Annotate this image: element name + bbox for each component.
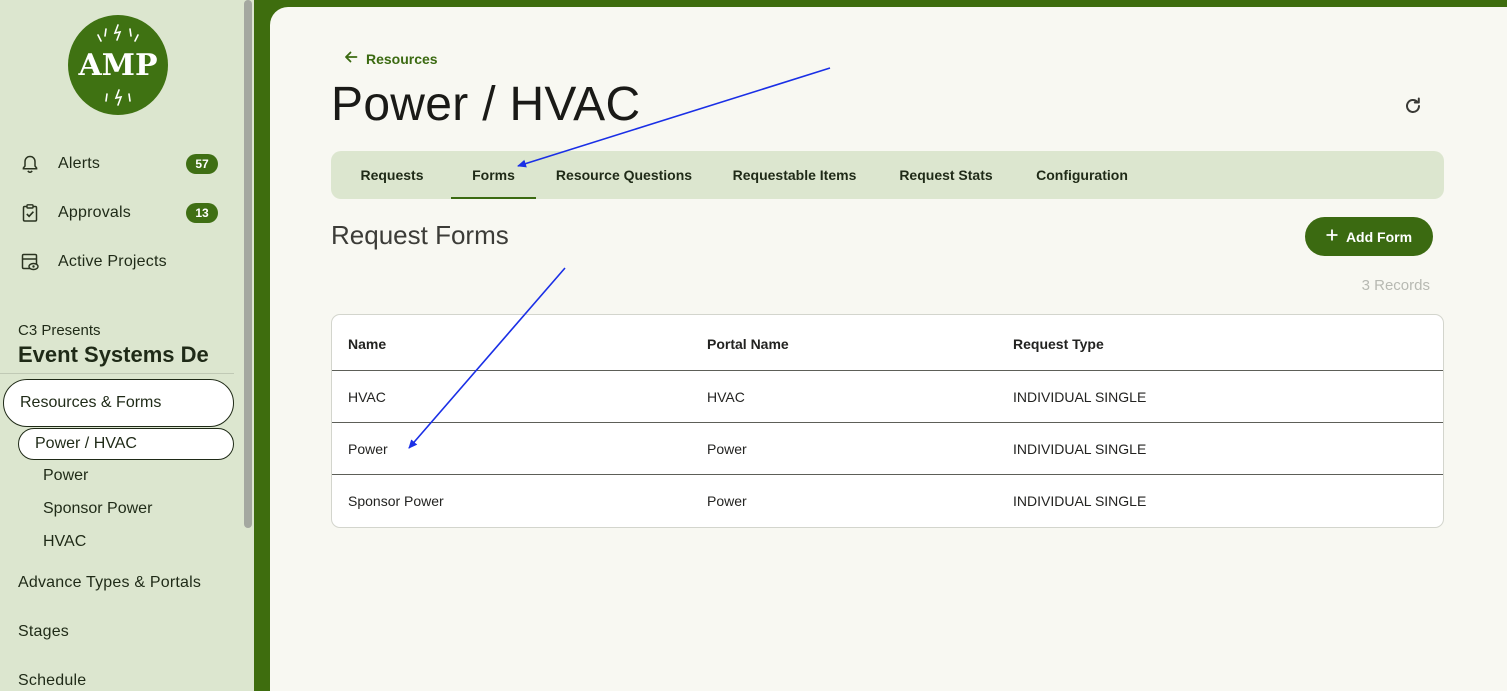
add-form-label: Add Form bbox=[1345, 228, 1413, 245]
nav-approvals-label: Approvals bbox=[58, 204, 131, 221]
tab-resource-questions[interactable]: Resource Questions bbox=[548, 151, 700, 199]
sidebar-item-advance-types[interactable]: Advance Types & Portals bbox=[18, 574, 201, 592]
arrow-left-icon bbox=[344, 50, 358, 69]
app-window: AMP Alerts 57 Approvals 13 Active Projec… bbox=[0, 0, 1507, 691]
bell-icon bbox=[18, 152, 42, 176]
page-title: Power / HVAC bbox=[331, 78, 641, 131]
cell-name: Power bbox=[348, 441, 388, 457]
power-hvac-label: Power / HVAC bbox=[35, 435, 137, 452]
cell-name: Sponsor Power bbox=[348, 493, 444, 509]
tab-requests[interactable]: Requests bbox=[345, 151, 439, 199]
sidebar-divider bbox=[0, 373, 234, 374]
sidebar-item-stages[interactable]: Stages bbox=[18, 623, 69, 641]
clipboard-check-icon bbox=[18, 201, 42, 225]
svg-text:AMP: AMP bbox=[77, 48, 157, 83]
cell-request-type: INDIVIDUAL SINGLE bbox=[1013, 441, 1147, 457]
table-row[interactable]: HVAC HVAC INDIVIDUAL SINGLE bbox=[332, 371, 1443, 423]
add-form-button[interactable]: Add Form bbox=[1305, 217, 1433, 256]
cell-name: HVAC bbox=[348, 389, 386, 405]
resources-forms-label: Resources & Forms bbox=[20, 394, 162, 411]
plus-icon bbox=[1326, 228, 1338, 246]
sidebar-subitem-power[interactable]: Power bbox=[43, 467, 88, 485]
back-link-label: Resources bbox=[366, 51, 438, 67]
project-eye-icon bbox=[18, 250, 42, 274]
sidebar-subitem-sponsor-power[interactable]: Sponsor Power bbox=[43, 500, 152, 518]
table-row[interactable]: Power Power INDIVIDUAL SINGLE bbox=[332, 423, 1443, 475]
amp-logo[interactable]: AMP bbox=[68, 15, 168, 115]
refresh-icon[interactable] bbox=[1402, 95, 1424, 117]
main-panel: Resources Power / HVAC Requests Forms Re… bbox=[270, 7, 1507, 691]
nav-alerts-label: Alerts bbox=[58, 155, 101, 172]
org-title[interactable]: Event Systems De bbox=[18, 342, 238, 368]
back-to-resources-link[interactable]: Resources bbox=[344, 49, 438, 69]
cell-request-type: INDIVIDUAL SINGLE bbox=[1013, 389, 1147, 405]
tab-forms[interactable]: Forms bbox=[451, 151, 536, 199]
tab-requestable-items[interactable]: Requestable Items bbox=[722, 151, 867, 199]
table-header: Name Portal Name Request Type bbox=[332, 315, 1443, 371]
tab-configuration[interactable]: Configuration bbox=[1027, 151, 1137, 199]
records-count: 3 Records bbox=[1361, 277, 1430, 294]
alerts-badge: 57 bbox=[186, 154, 218, 174]
nav-active-projects-label: Active Projects bbox=[58, 253, 167, 270]
column-header-request-type[interactable]: Request Type bbox=[1013, 336, 1104, 352]
column-header-portal-name[interactable]: Portal Name bbox=[707, 336, 789, 352]
cell-portal-name: Power bbox=[707, 493, 747, 509]
cell-request-type: INDIVIDUAL SINGLE bbox=[1013, 493, 1147, 509]
org-subtitle: C3 Presents bbox=[18, 322, 101, 339]
tab-request-stats[interactable]: Request Stats bbox=[890, 151, 1002, 199]
sidebar-item-resources-forms[interactable]: Resources & Forms bbox=[3, 379, 234, 427]
nav-approvals[interactable]: Approvals 13 bbox=[18, 197, 228, 229]
forms-table: Name Portal Name Request Type HVAC HVAC … bbox=[331, 314, 1444, 528]
nav-active-projects[interactable]: Active Projects bbox=[18, 246, 228, 278]
column-header-name[interactable]: Name bbox=[348, 336, 386, 352]
sidebar: AMP Alerts 57 Approvals 13 Active Projec… bbox=[0, 0, 254, 691]
nav-alerts[interactable]: Alerts 57 bbox=[18, 148, 228, 180]
section-title: Request Forms bbox=[331, 220, 509, 250]
sidebar-item-schedule[interactable]: Schedule bbox=[18, 672, 86, 690]
tab-bar: Requests Forms Resource Questions Reques… bbox=[331, 151, 1444, 199]
cell-portal-name: HVAC bbox=[707, 389, 745, 405]
sidebar-subitem-hvac[interactable]: HVAC bbox=[43, 533, 86, 551]
table-row[interactable]: Sponsor Power Power INDIVIDUAL SINGLE bbox=[332, 475, 1443, 527]
sidebar-scrollbar[interactable] bbox=[244, 0, 252, 528]
sidebar-item-power-hvac[interactable]: Power / HVAC bbox=[18, 428, 234, 460]
approvals-badge: 13 bbox=[186, 203, 218, 223]
cell-portal-name: Power bbox=[707, 441, 747, 457]
